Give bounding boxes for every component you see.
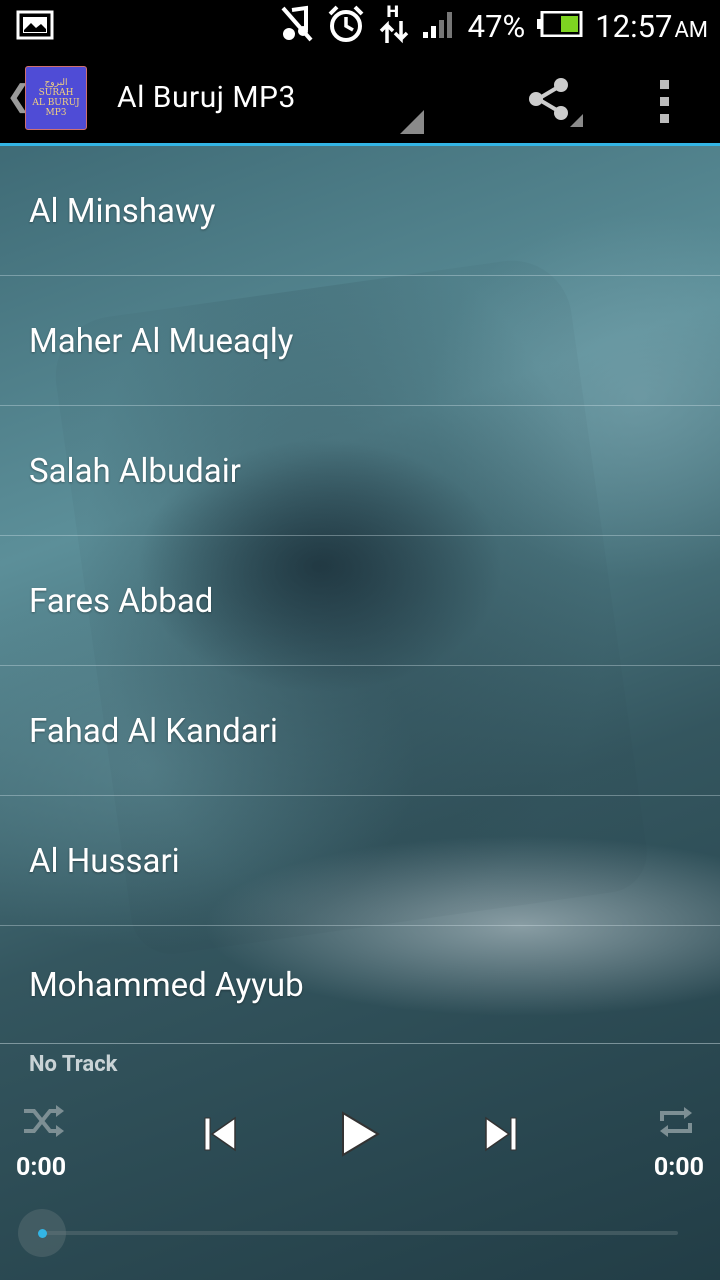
image-icon — [16, 10, 54, 44]
seek-bar[interactable] — [42, 1231, 678, 1235]
app-icon[interactable]: البروج SURAH AL BURUJ MP3 — [25, 66, 87, 130]
repeat-icon[interactable] — [656, 1105, 696, 1139]
list-item[interactable]: Salah Albudair — [0, 406, 720, 536]
reciter-label: Maher Al Mueaqly — [29, 322, 294, 361]
list-item[interactable]: Fares Abbad — [0, 536, 720, 666]
app-icon-line: البروج — [44, 78, 68, 88]
shuffle-icon[interactable] — [22, 1103, 66, 1139]
app-icon-line: AL BURUJ — [32, 98, 80, 108]
play-icon[interactable] — [340, 1111, 380, 1157]
list-item[interactable]: Al Hussari — [0, 796, 720, 926]
clock-ampm: AM — [674, 17, 708, 43]
action-bar: ❮ البروج SURAH AL BURUJ MP3 Al Buruj MP3 — [0, 50, 720, 146]
previous-icon[interactable] — [203, 1115, 237, 1153]
clock: 12:57 — [595, 7, 673, 45]
app-icon-line: SURAH — [38, 88, 74, 98]
title-dropdown-indicator — [400, 110, 424, 134]
reciter-label: Salah Albudair — [29, 452, 241, 491]
elapsed-time: 0:00 — [16, 1153, 67, 1182]
next-icon[interactable] — [484, 1115, 518, 1153]
list-item[interactable]: Fahad Al Kandari — [0, 666, 720, 796]
battery-percent: 47% — [467, 7, 526, 45]
total-time: 0:00 — [653, 1153, 704, 1182]
signal-icon — [422, 8, 456, 44]
media-player: No Track 0:00 0:00 — [0, 1045, 720, 1280]
hspa-data-icon: H — [378, 2, 410, 49]
seek-thumb[interactable] — [18, 1209, 66, 1257]
list-item[interactable]: Mohammed Ayyub — [0, 926, 720, 1044]
alarm-icon — [326, 4, 366, 48]
overflow-menu-icon[interactable] — [650, 80, 678, 140]
reciter-label: Fares Abbad — [29, 582, 214, 621]
list-item[interactable]: Maher Al Mueaqly — [0, 276, 720, 406]
reciter-label: Fahad Al Kandari — [29, 712, 278, 751]
status-bar: H 47% 12:57AM — [0, 0, 720, 50]
music-muted-icon — [280, 4, 314, 48]
share-dropdown-indicator — [570, 114, 583, 127]
reciter-label: Al Minshawy — [29, 192, 216, 231]
reciter-label: Al Hussari — [29, 842, 180, 881]
app-title[interactable]: Al Buruj MP3 — [117, 80, 296, 115]
svg-text:H: H — [386, 3, 399, 21]
list-item[interactable]: Al Minshawy — [0, 146, 720, 276]
reciter-list: Al Minshawy Maher Al Mueaqly Salah Albud… — [0, 146, 720, 1044]
battery-icon — [537, 10, 583, 41]
track-name: No Track — [29, 1052, 118, 1077]
app-icon-line: MP3 — [45, 108, 67, 118]
reciter-label: Mohammed Ayyub — [29, 966, 304, 1005]
